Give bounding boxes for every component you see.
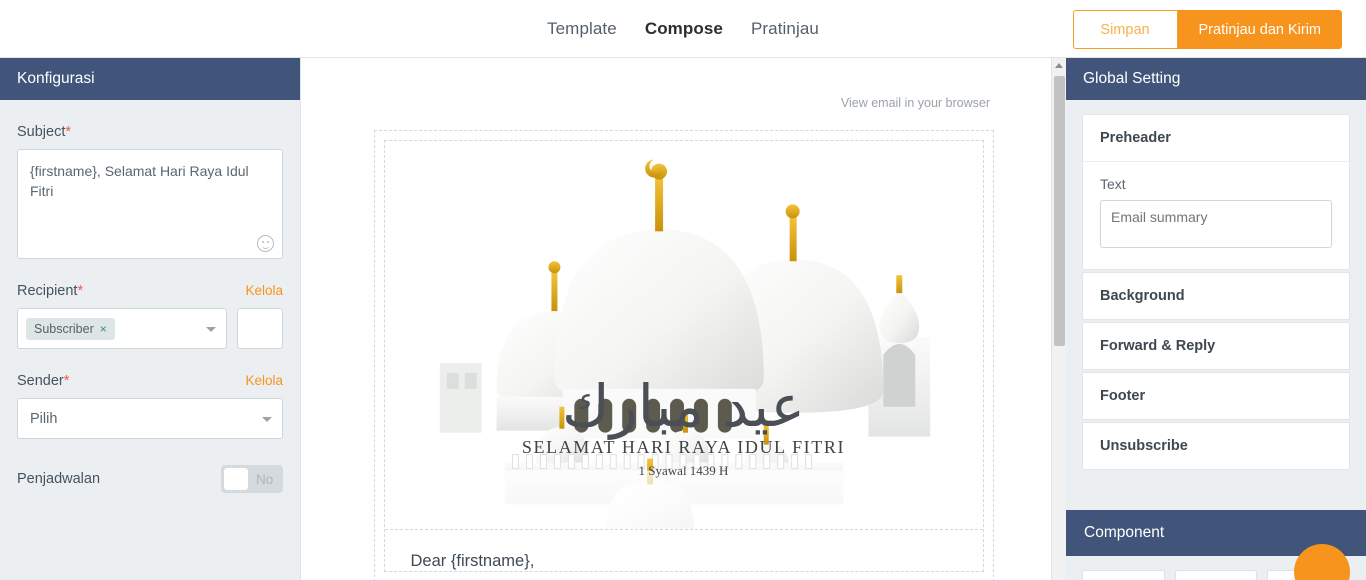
subject-input-value: {firstname}, Selamat Hari Raya Idul Fitr…	[30, 163, 249, 199]
top-actions: Simpan Pratinjau dan Kirim	[1072, 10, 1342, 49]
scrollbar-thumb[interactable]	[1054, 76, 1065, 346]
email-greeting-text: Dear {firstname},	[410, 552, 535, 570]
global-setting-panel: Global Setting Preheader Text Background…	[1066, 58, 1366, 580]
recipient-label-text: Recipient	[17, 283, 78, 299]
subject-required-asterisk: *	[65, 124, 72, 140]
tab-pratinjau[interactable]: Pratinjau	[751, 19, 819, 39]
subject-field-group: Subject* {firstname}, Selamat Hari Raya …	[0, 124, 300, 259]
email-inner-container[interactable]: عيد مبارك SELAMAT HARI RAYA IDUL FITRI 1…	[383, 140, 984, 572]
sender-manage-link[interactable]: Kelola	[245, 373, 283, 388]
recipient-label: Recipient*	[17, 283, 83, 299]
tab-compose[interactable]: Compose	[645, 19, 723, 39]
scheduling-toggle-state: No	[256, 471, 274, 487]
remove-tag-icon[interactable]: ×	[100, 322, 107, 336]
recipient-tag-label: Subscriber	[34, 321, 94, 336]
recipient-tag-subscriber[interactable]: Subscriber ×	[26, 317, 115, 340]
hero-subtitle: 1 Syawal 1439 H	[638, 463, 729, 478]
hero-text-overlay: عيد مبارك SELAMAT HARI RAYA IDUL FITRI 1…	[385, 377, 983, 479]
accordion-section-preheader: Preheader Text	[1082, 114, 1350, 270]
preview-scrollbar[interactable]	[1051, 58, 1066, 580]
tab-template[interactable]: Template	[547, 19, 617, 39]
configuration-panel: Konfigurasi Subject* {firstname}, Selama…	[0, 58, 300, 580]
recipient-label-row: Recipient* Kelola	[17, 283, 283, 299]
subject-input[interactable]: {firstname}, Selamat Hari Raya Idul Fitr…	[17, 149, 283, 259]
component-tile[interactable]	[1082, 570, 1165, 580]
sender-field-group: Sender* Kelola Pilih	[0, 373, 300, 439]
hero-image-block[interactable]: عيد مبارك SELAMAT HARI RAYA IDUL FITRI 1…	[384, 141, 983, 529]
sender-select[interactable]: Pilih	[17, 398, 283, 439]
accordion-section-forward-reply: Forward & Reply	[1082, 322, 1350, 370]
preheader-text-input[interactable]	[1100, 200, 1332, 248]
accordion-section-unsubscribe: Unsubscribe	[1082, 422, 1350, 470]
accordion-header-background[interactable]: Background	[1083, 273, 1349, 319]
preheader-text-label: Text	[1100, 176, 1126, 192]
accordion-section-background: Background	[1082, 272, 1350, 320]
recipient-count-field[interactable]	[237, 308, 283, 349]
recipient-select[interactable]: Subscriber ×	[17, 308, 227, 349]
recipient-row: Subscriber ×	[17, 308, 283, 349]
sender-label-text: Sender	[17, 373, 64, 389]
subject-label-text: Subject	[17, 124, 66, 140]
scheduling-row: Penjadwalan No	[0, 465, 300, 493]
emoji-picker-icon[interactable]	[257, 235, 274, 252]
chevron-down-icon[interactable]	[206, 326, 216, 332]
accordion-header-preheader[interactable]: Preheader	[1083, 115, 1349, 161]
app-root: Template Compose Pratinjau Simpan Pratin…	[0, 0, 1366, 580]
accordion-header-unsubscribe[interactable]: Unsubscribe	[1083, 423, 1349, 469]
subject-label: Subject*	[17, 124, 71, 140]
sender-required-asterisk: *	[63, 373, 70, 389]
accordion-header-forward-reply[interactable]: Forward & Reply	[1083, 323, 1349, 369]
arabic-eid-greeting: عيد مبارك	[561, 372, 806, 440]
hero-title: SELAMAT HARI RAYA IDUL FITRI	[521, 437, 846, 457]
recipient-field-group: Recipient* Kelola Subscriber ×	[0, 283, 300, 349]
view-email-in-browser-link[interactable]: View email in your browser	[301, 58, 1066, 110]
sender-label: Sender*	[17, 373, 69, 389]
recipient-required-asterisk: *	[77, 283, 84, 299]
scheduling-toggle[interactable]: No	[221, 465, 283, 493]
accordion-body-preheader: Text	[1083, 161, 1349, 269]
chevron-down-icon[interactable]	[262, 416, 272, 422]
save-button[interactable]: Simpan	[1072, 10, 1178, 49]
scheduling-label: Penjadwalan	[17, 471, 101, 487]
accordion-section-footer: Footer	[1082, 372, 1350, 420]
scheduling-toggle-knob	[224, 468, 248, 490]
email-body-block[interactable]: Dear {firstname},	[384, 529, 983, 571]
configuration-panel-title: Konfigurasi	[0, 58, 300, 100]
global-setting-accordion: Preheader Text Background Forward & Repl…	[1066, 100, 1366, 470]
top-bar: Template Compose Pratinjau Simpan Pratin…	[0, 0, 1366, 58]
sender-select-value: Pilih	[30, 410, 58, 427]
email-outer-container[interactable]: عيد مبارك SELAMAT HARI RAYA IDUL FITRI 1…	[373, 130, 994, 580]
email-preview-canvas: View email in your browser عيد مبارك SEL…	[300, 58, 1066, 580]
preview-and-send-button[interactable]: Pratinjau dan Kirim	[1177, 10, 1342, 49]
accordion-header-footer[interactable]: Footer	[1083, 373, 1349, 419]
global-setting-title: Global Setting	[1066, 58, 1366, 100]
sender-label-row: Sender* Kelola	[17, 373, 283, 389]
scroll-up-arrow-icon[interactable]	[1055, 63, 1063, 68]
component-tile[interactable]	[1174, 570, 1258, 580]
recipient-manage-link[interactable]: Kelola	[245, 283, 283, 298]
subject-label-row: Subject*	[17, 124, 283, 140]
